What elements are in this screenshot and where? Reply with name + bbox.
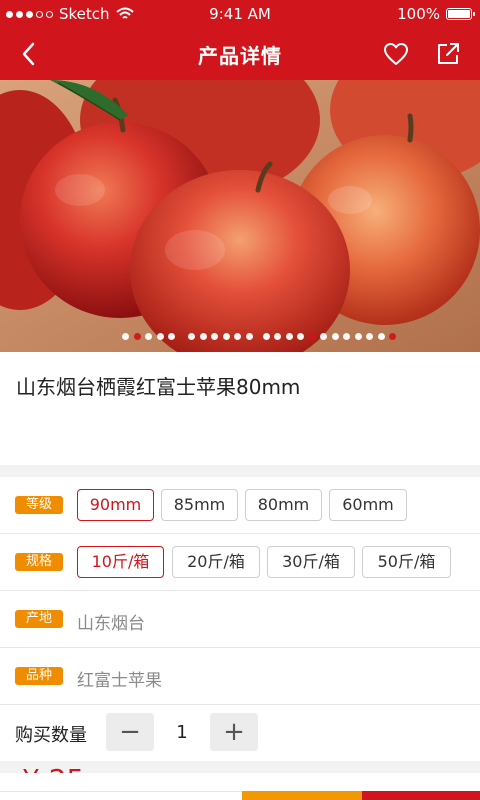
- pager-dot[interactable]: [377, 333, 385, 340]
- carousel-pager[interactable]: [0, 333, 480, 341]
- pager-dot[interactable]: [245, 333, 253, 340]
- grade-option-60mm[interactable]: 60mm: [329, 489, 407, 521]
- pager-dot[interactable]: [199, 333, 207, 340]
- pager-dot[interactable]: [320, 333, 327, 340]
- quantity-row: 购买数量 − 1 +: [0, 705, 480, 762]
- plus-icon: +: [223, 717, 245, 747]
- increase-quantity-button[interactable]: +: [210, 713, 258, 751]
- product-image-carousel[interactable]: [0, 80, 480, 352]
- pager-dot[interactable]: [211, 333, 218, 340]
- quantity-value[interactable]: 1: [155, 722, 209, 743]
- pager-dot[interactable]: [274, 333, 281, 340]
- pager-dot[interactable]: [354, 333, 362, 340]
- pager-dot[interactable]: [234, 333, 241, 340]
- battery-icon: [446, 8, 475, 20]
- add-to-cart-button[interactable]: [242, 791, 362, 800]
- product-photo: [0, 80, 480, 352]
- origin-row: 产地 山东烟台: [0, 591, 480, 648]
- grade-option-90mm[interactable]: 90mm: [77, 489, 154, 521]
- heart-outline-icon: [384, 43, 408, 65]
- battery-percent: 100%: [397, 5, 440, 23]
- status-bar: Sketch 9:41 AM 100%: [0, 0, 480, 28]
- minus-icon: −: [119, 717, 141, 747]
- bottom-left-area[interactable]: [0, 791, 242, 800]
- pager-dot[interactable]: [133, 333, 141, 340]
- pager-dot[interactable]: [308, 333, 316, 340]
- pager-dot[interactable]: [331, 333, 339, 340]
- origin-value: 山东烟台: [77, 614, 145, 634]
- spec-option-50[interactable]: 50斤/箱: [362, 546, 451, 578]
- nav-bar: 产品详情: [0, 28, 480, 80]
- variety-row: 品种 红富士苹果: [0, 648, 480, 705]
- variety-tag: 品种: [15, 667, 63, 685]
- spec-option-20[interactable]: 20斤/箱: [172, 546, 260, 578]
- spec-option-30[interactable]: 30斤/箱: [267, 546, 355, 578]
- pager-dot[interactable]: [168, 333, 175, 340]
- product-options: 等级 90mm 85mm 80mm 60mm 规格 10斤/箱 20斤/箱 30…: [0, 477, 480, 761]
- variety-value: 红富士苹果: [77, 671, 162, 691]
- pager-dot[interactable]: [262, 333, 270, 340]
- share-button[interactable]: [432, 38, 464, 70]
- spec-option-10[interactable]: 10斤/箱: [77, 546, 164, 578]
- pager-dot[interactable]: [366, 333, 373, 340]
- pager-dot[interactable]: [297, 333, 304, 340]
- pager-dot[interactable]: [145, 333, 152, 340]
- decrease-quantity-button[interactable]: −: [106, 713, 154, 751]
- grade-option-80mm[interactable]: 80mm: [245, 489, 322, 521]
- product-info: 山东烟台栖霞红富士苹果80mm ¥ 25: [0, 352, 480, 796]
- product-name: 山东烟台栖霞红富士苹果80mm: [16, 375, 301, 399]
- pager-dot[interactable]: [343, 333, 350, 340]
- buy-now-button[interactable]: [362, 791, 480, 800]
- favorite-button[interactable]: [380, 38, 412, 70]
- spec-row: 规格 10斤/箱 20斤/箱 30斤/箱 50斤/箱: [0, 534, 480, 591]
- pager-dot[interactable]: [122, 333, 129, 340]
- status-right: 100%: [397, 5, 475, 23]
- spec-tag: 规格: [15, 553, 63, 571]
- pager-dot[interactable]: [222, 333, 230, 340]
- pager-dot[interactable]: [389, 333, 396, 340]
- grade-option-85mm[interactable]: 85mm: [161, 489, 238, 521]
- pager-dot[interactable]: [156, 333, 164, 340]
- pager-dot[interactable]: [188, 333, 195, 340]
- quantity-label: 购买数量: [15, 725, 87, 746]
- grade-tag: 等级: [15, 496, 63, 514]
- grade-row: 等级 90mm 85mm 80mm 60mm: [0, 477, 480, 534]
- origin-tag: 产地: [15, 610, 63, 628]
- pager-dot[interactable]: [285, 333, 293, 340]
- bottom-action-bar: [0, 773, 480, 800]
- share-box-icon: [438, 43, 459, 64]
